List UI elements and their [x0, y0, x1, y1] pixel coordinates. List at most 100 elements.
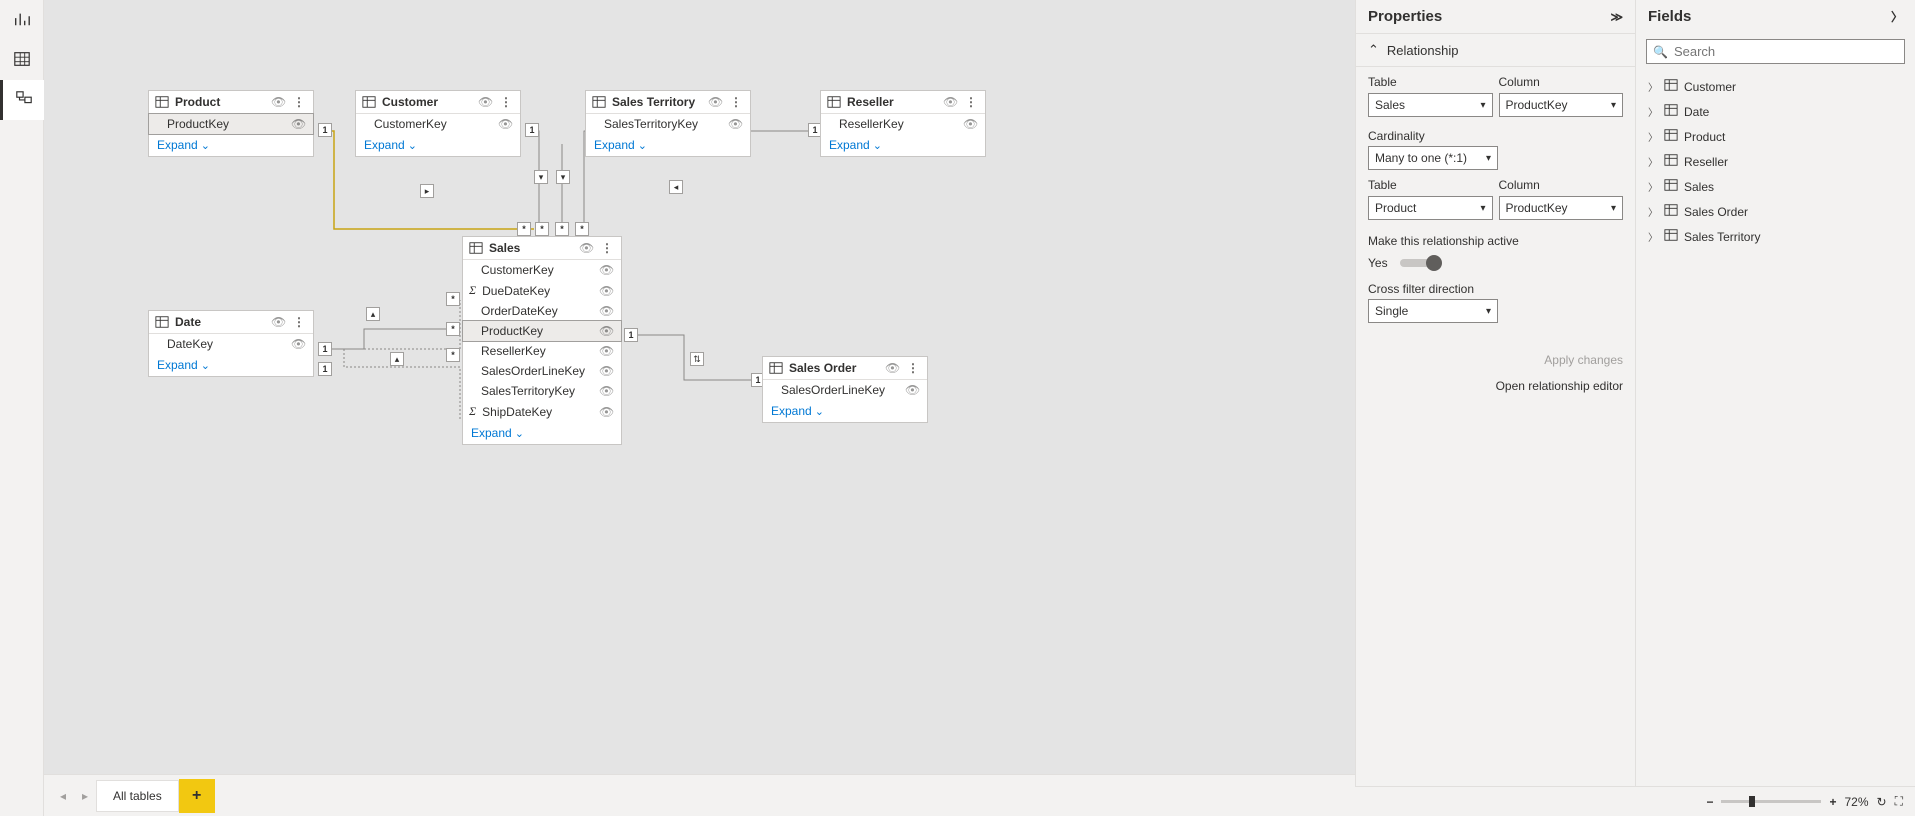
chevron-down-icon	[873, 138, 882, 152]
eye-icon[interactable]: 👁	[271, 95, 285, 109]
table-card-sales[interactable]: Sales👁⋮ CustomerKey👁 ΣDueDateKey👁 OrderD…	[462, 236, 622, 445]
expand-button[interactable]: Expand	[149, 134, 313, 156]
field-productkey[interactable]: ProductKey👁	[462, 320, 622, 342]
collapse-icon[interactable]: 〉	[1891, 8, 1903, 25]
eye-off-icon[interactable]: 👁	[291, 117, 305, 131]
field-table-sales[interactable]: 〉Sales	[1646, 174, 1905, 199]
eye-off-icon[interactable]: 👁	[963, 117, 977, 131]
field-table-salesterritory[interactable]: 〉Sales Territory	[1646, 224, 1905, 249]
table-card-reseller[interactable]: Reseller👁⋮ ResellerKey👁 Expand	[820, 90, 986, 157]
eye-off-icon[interactable]: 👁	[599, 324, 613, 338]
zoom-in-button[interactable]: +	[1829, 795, 1836, 809]
eye-off-icon[interactable]: 👁	[599, 344, 613, 358]
expand-button[interactable]: Expand	[821, 134, 985, 156]
more-icon[interactable]: ⋮	[963, 95, 979, 109]
field-customerkey[interactable]: CustomerKey👁	[356, 114, 520, 134]
cardinality-badge: *	[446, 322, 460, 336]
bar-chart-icon	[13, 10, 31, 31]
expand-button[interactable]: Expand	[149, 354, 313, 376]
fit-to-page-icon[interactable]: ⛶	[1895, 794, 1903, 809]
eye-off-icon[interactable]: 👁	[291, 337, 305, 351]
field-table-customer[interactable]: 〉Customer	[1646, 74, 1905, 99]
collapse-icon[interactable]: ≫	[1610, 10, 1623, 24]
eye-off-icon[interactable]: 👁	[599, 304, 613, 318]
eye-off-icon[interactable]: 👁	[905, 383, 919, 397]
more-icon[interactable]: ⋮	[599, 241, 615, 255]
tab-all-tables[interactable]: All tables	[96, 780, 179, 812]
view-model[interactable]	[0, 80, 44, 120]
field-table-product[interactable]: 〉Product	[1646, 124, 1905, 149]
table-card-salesterritory[interactable]: Sales Territory👁⋮ SalesTerritoryKey👁 Exp…	[585, 90, 751, 157]
field-datekey[interactable]: DateKey👁	[149, 334, 313, 354]
tab-add-button[interactable]: +	[179, 779, 215, 813]
dropdown-table1[interactable]: Sales▾	[1368, 93, 1493, 117]
field-salesorderlinekey[interactable]: SalesOrderLineKey👁	[763, 380, 927, 400]
dropdown-cardinality[interactable]: Many to one (*:1)▾	[1368, 146, 1498, 170]
more-icon[interactable]: ⋮	[728, 95, 744, 109]
field-duedatekey[interactable]: ΣDueDateKey👁	[463, 280, 621, 301]
section-relationship[interactable]: ⌃Relationship	[1356, 33, 1635, 67]
more-icon[interactable]: ⋮	[498, 95, 514, 109]
expand-button[interactable]: Expand	[586, 134, 750, 156]
open-editor-button[interactable]: Open relationship editor	[1368, 373, 1623, 399]
apply-changes-button[interactable]: Apply changes	[1368, 347, 1623, 373]
dropdown-crossfilter[interactable]: Single▾	[1368, 299, 1498, 323]
dropdown-column1[interactable]: ProductKey▾	[1499, 93, 1624, 117]
dropdown-table2[interactable]: Product▾	[1368, 196, 1493, 220]
tab-next-button[interactable]: ▸	[74, 785, 96, 807]
field-customerkey[interactable]: CustomerKey👁	[463, 260, 621, 280]
eye-icon[interactable]: 👁	[579, 241, 593, 255]
chevron-down-icon: ▾	[1486, 153, 1491, 164]
field-table-date[interactable]: 〉Date	[1646, 99, 1905, 124]
field-shipdatekey[interactable]: ΣShipDateKey👁	[463, 401, 621, 422]
zoom-slider[interactable]	[1721, 800, 1821, 803]
search-field[interactable]	[1674, 44, 1898, 59]
table-card-product[interactable]: Product👁⋮ ProductKey👁 Expand	[148, 90, 314, 157]
tab-prev-button[interactable]: ◂	[52, 785, 74, 807]
eye-off-icon[interactable]: 👁	[599, 364, 613, 378]
more-icon[interactable]: ⋮	[291, 315, 307, 329]
expand-button[interactable]: Expand	[356, 134, 520, 156]
table-title: Customer	[382, 95, 472, 109]
field-resellerkey[interactable]: ResellerKey👁	[821, 114, 985, 134]
table-icon	[592, 95, 606, 109]
toggle-active[interactable]	[1400, 259, 1440, 267]
zoom-out-button[interactable]: −	[1706, 795, 1713, 809]
reset-zoom-icon[interactable]: ↻	[1877, 795, 1887, 809]
table-card-salesorder[interactable]: Sales Order👁⋮ SalesOrderLineKey👁 Expand	[762, 356, 928, 423]
expand-button[interactable]: Expand	[463, 422, 621, 444]
eye-icon[interactable]: 👁	[708, 95, 722, 109]
eye-icon[interactable]: 👁	[271, 315, 285, 329]
eye-icon[interactable]: 👁	[943, 95, 957, 109]
eye-off-icon[interactable]: 👁	[599, 384, 613, 398]
search-input[interactable]: 🔍	[1646, 39, 1905, 64]
field-salesterritorykey[interactable]: SalesTerritoryKey👁	[463, 381, 621, 401]
dropdown-column2[interactable]: ProductKey▾	[1499, 196, 1624, 220]
eye-off-icon[interactable]: 👁	[599, 405, 613, 419]
model-canvas[interactable]: 1 1 1 * * * * 1 1 * * * 1 1 ▸ ▾ ▾ ◂ ▴ ▴ …	[44, 0, 1355, 774]
field-salesorderlinekey[interactable]: SalesOrderLineKey👁	[463, 361, 621, 381]
expand-button[interactable]: Expand	[763, 400, 927, 422]
table-card-date[interactable]: Date👁⋮ DateKey👁 Expand	[148, 310, 314, 377]
cardinality-badge: *	[446, 348, 460, 362]
eye-off-icon[interactable]: 👁	[599, 284, 613, 298]
field-orderdatekey[interactable]: OrderDateKey👁	[463, 301, 621, 321]
view-data[interactable]	[0, 40, 44, 80]
eye-off-icon[interactable]: 👁	[728, 117, 742, 131]
field-salesterritorykey[interactable]: SalesTerritoryKey👁	[586, 114, 750, 134]
filter-arrow-icon: ▸	[420, 184, 434, 198]
eye-off-icon[interactable]: 👁	[599, 263, 613, 277]
field-productkey[interactable]: ProductKey👁	[148, 113, 314, 135]
more-icon[interactable]: ⋮	[291, 95, 307, 109]
field-table-salesorder[interactable]: 〉Sales Order	[1646, 199, 1905, 224]
eye-off-icon[interactable]: 👁	[498, 117, 512, 131]
field-table-reseller[interactable]: 〉Reseller	[1646, 149, 1905, 174]
eye-icon[interactable]: 👁	[885, 361, 899, 375]
view-report[interactable]	[0, 0, 44, 40]
eye-icon[interactable]: 👁	[478, 95, 492, 109]
filter-arrow-icon: ▴	[390, 352, 404, 366]
table-card-customer[interactable]: Customer 👁 ⋮ CustomerKey👁 Expand	[355, 90, 521, 157]
more-icon[interactable]: ⋮	[905, 361, 921, 375]
table-icon	[1664, 153, 1678, 170]
field-resellerkey[interactable]: ResellerKey👁	[463, 341, 621, 361]
